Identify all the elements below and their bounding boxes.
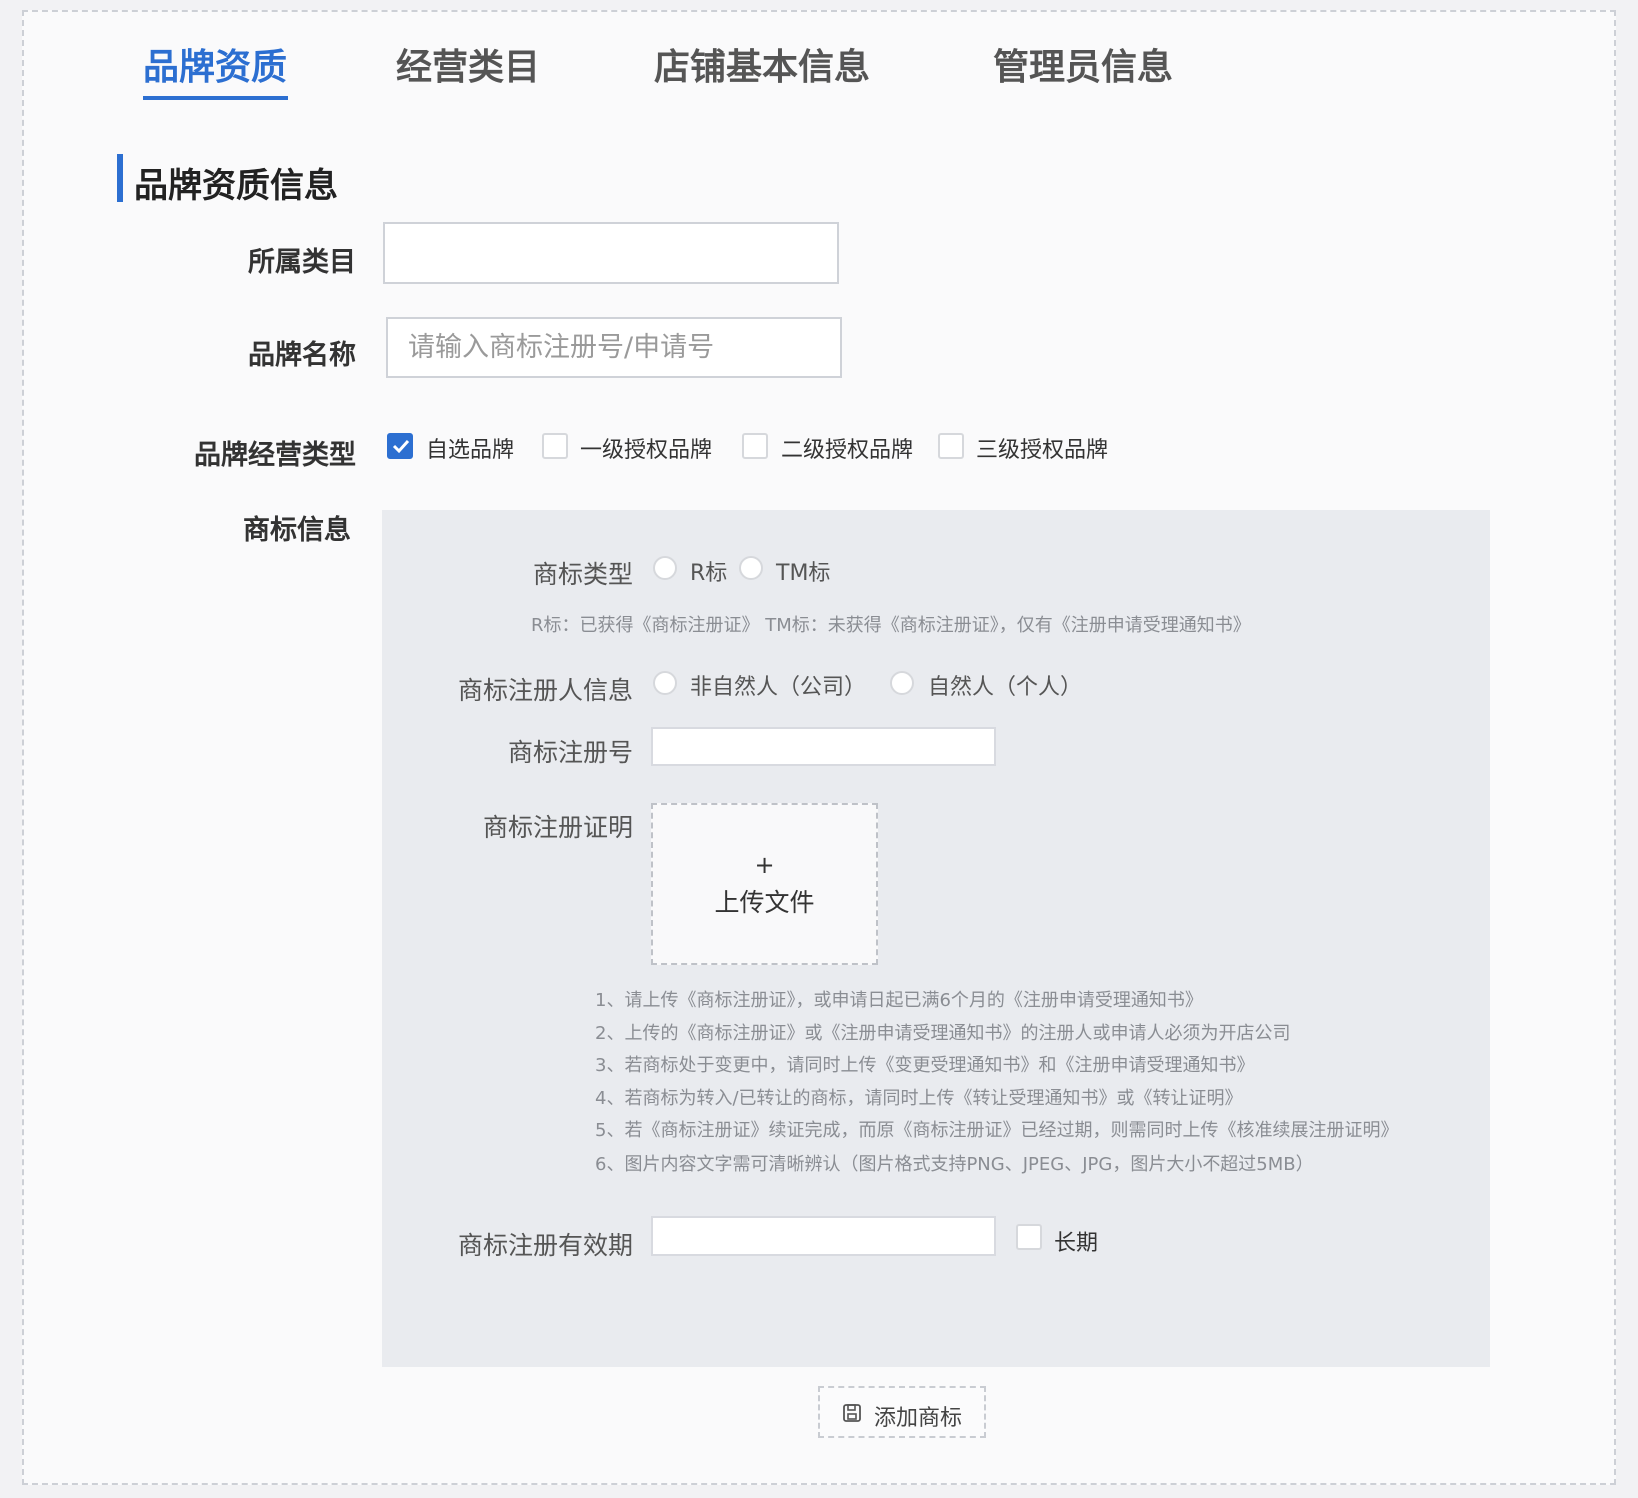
reg-no-field[interactable]: [651, 727, 996, 766]
checkbox-level2-auth[interactable]: [742, 433, 768, 459]
checkbox-level3-auth[interactable]: [938, 433, 964, 459]
upload-note-2: 2、上传的《商标注册证》或《注册申请受理通知书》的注册人或申请人必须为开店公司: [595, 1023, 1291, 1044]
brand-name-field[interactable]: [386, 317, 842, 378]
upload-note-6: 6、图片内容文字需可清晰辨认（图片格式支持PNG、JPEG、JPG，图片大小不超…: [595, 1154, 1314, 1175]
radio-label-tm-mark: TM标: [776, 561, 831, 586]
checkbox-label-level1-auth: 一级授权品牌: [580, 438, 713, 463]
trademark-type-hint: R标：已获得《商标注册证》 TM标：未获得《商标注册证》，仅有《注册申请受理通知…: [531, 615, 1251, 636]
section-title: 品牌资质信息: [134, 166, 338, 206]
upload-note-5: 5、若《商标注册证》续证完成，而原《商标注册证》已经过期，则需同时上传《核准续展…: [595, 1120, 1399, 1141]
tab-business-category[interactable]: 经营类目: [396, 38, 540, 90]
brand-type-label: 品牌经营类型: [194, 440, 356, 471]
category-field[interactable]: [383, 222, 839, 284]
active-tab-indicator: [143, 96, 288, 100]
tab-admin-info[interactable]: 管理员信息: [993, 38, 1173, 90]
trademark-info-label: 商标信息: [243, 515, 351, 546]
section-accent-bar: [117, 154, 123, 202]
trademark-type-label: 商标类型: [532, 560, 633, 589]
save-icon: [843, 1404, 861, 1422]
radio-tm-mark[interactable]: [739, 556, 763, 580]
brand-name-input[interactable]: [388, 319, 840, 376]
checkbox-label-level3-auth: 三级授权品牌: [976, 438, 1109, 463]
add-trademark-button[interactable]: 添加商标: [818, 1386, 986, 1438]
brand-name-label: 品牌名称: [248, 340, 356, 371]
tab-store-basic-info[interactable]: 店铺基本信息: [654, 38, 870, 90]
checkbox-long-term[interactable]: [1016, 1224, 1042, 1250]
category-label: 所属类目: [248, 247, 356, 278]
radio-label-natural-person: 自然人（个人）: [928, 675, 1083, 700]
reg-no-label: 商标注册号: [507, 738, 633, 767]
radio-non-natural-person[interactable]: [653, 671, 677, 695]
upload-file-label: 上传文件: [714, 888, 815, 917]
category-input[interactable]: [385, 224, 837, 282]
checkbox-self-brand[interactable]: [387, 433, 413, 459]
validity-field[interactable]: [651, 1216, 996, 1256]
radio-label-non-natural-person: 非自然人（公司）: [690, 675, 867, 700]
checkbox-label-long-term: 长期: [1054, 1231, 1099, 1256]
plus-icon: +: [754, 851, 775, 879]
certificate-label: 商标注册证明: [482, 813, 633, 842]
checkbox-label-self-brand: 自选品牌: [426, 438, 515, 463]
registrant-label: 商标注册人信息: [457, 676, 633, 705]
radio-r-mark[interactable]: [653, 556, 677, 580]
validity-label: 商标注册有效期: [457, 1231, 633, 1260]
upload-file-button[interactable]: + 上传文件: [651, 803, 878, 965]
reg-no-input[interactable]: [653, 729, 994, 764]
validity-input[interactable]: [653, 1218, 994, 1254]
checkbox-level1-auth[interactable]: [542, 433, 568, 459]
add-trademark-label: 添加商标: [874, 1406, 963, 1431]
tab-brand-qualification[interactable]: 品牌资质: [143, 38, 287, 90]
upload-note-4: 4、若商标为转入/已转让的商标，请同时上传《转让受理通知书》或《转让证明》: [595, 1088, 1243, 1109]
radio-natural-person[interactable]: [890, 671, 914, 695]
checkbox-label-level2-auth: 二级授权品牌: [781, 438, 914, 463]
upload-note-3: 3、若商标处于变更中，请同时上传《变更受理通知书》和《注册申请受理通知书》: [595, 1055, 1255, 1076]
checkmark-icon: [392, 439, 410, 454]
radio-label-r-mark: R标: [690, 561, 728, 586]
upload-note-1: 1、请上传《商标注册证》，或申请日起已满6个月的《注册申请受理通知书》: [595, 990, 1203, 1011]
